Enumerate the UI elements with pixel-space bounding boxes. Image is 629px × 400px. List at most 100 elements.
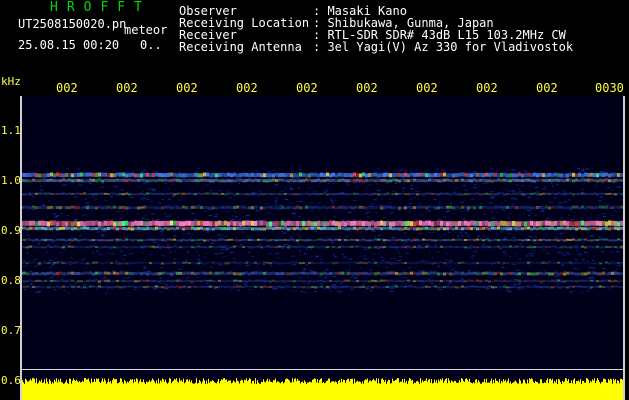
noise-pixel: [324, 276, 328, 278]
power-bar: [62, 382, 63, 400]
noise-pixel: [123, 177, 125, 179]
meta-value-antenna: : 3el Yagi(V) Az 330 for Vladivostok: [313, 40, 574, 54]
signal-band: [557, 246, 560, 249]
noise-pixel: [303, 292, 307, 294]
signal-band: [287, 179, 290, 183]
signal-band: [506, 286, 509, 289]
noise-pixel: [163, 213, 167, 215]
noise-pixel: [46, 216, 48, 218]
noise-pixel: [543, 269, 546, 271]
x-tick: 002: [296, 81, 318, 95]
signal-band: [401, 206, 404, 210]
signal-band: [29, 193, 32, 196]
signal-band: [380, 272, 383, 276]
signal-band: [44, 262, 47, 265]
signal-band: [476, 227, 479, 231]
signal-band: [305, 262, 308, 265]
power-bar: [128, 382, 129, 400]
signal-band: [35, 279, 38, 282]
noise-pixel: [27, 252, 29, 254]
signal-band: [245, 271, 248, 275]
power-bar: [417, 380, 418, 400]
signal-band: [287, 262, 290, 265]
signal-band: [59, 173, 62, 178]
noise-pixel: [372, 252, 376, 254]
signal-band: [470, 245, 473, 248]
noise-pixel: [587, 182, 591, 183]
signal-band: [242, 262, 245, 265]
signal-band: [218, 238, 221, 241]
signal-band: [200, 238, 203, 241]
signal-band: [494, 179, 497, 183]
noise-pixel: [609, 225, 611, 227]
signal-band: [50, 238, 53, 241]
power-bar: [329, 378, 330, 400]
power-bar: [445, 379, 446, 400]
signal-band: [395, 262, 398, 265]
signal-band: [299, 193, 302, 196]
power-bar: [72, 380, 73, 400]
power-bar: [96, 378, 97, 400]
power-bar: [139, 381, 140, 400]
signal-band: [437, 179, 440, 183]
signal-band: [68, 178, 71, 182]
signal-band: [566, 206, 569, 210]
noise-pixel: [394, 183, 398, 184]
signal-band: [320, 261, 323, 264]
noise-pixel: [429, 231, 432, 233]
signal-band: [518, 261, 521, 264]
signal-band: [548, 272, 551, 276]
signal-band: [536, 261, 539, 264]
signal-band: [401, 285, 404, 288]
signal-band: [482, 205, 485, 209]
signal-band: [341, 220, 344, 226]
power-bar: [287, 378, 288, 400]
noise-pixel: [380, 256, 383, 258]
signal-band: [608, 239, 611, 242]
signal-band: [551, 178, 554, 182]
signal-band: [56, 192, 59, 195]
power-bar: [314, 378, 315, 400]
signal-band: [65, 226, 68, 230]
signal-band: [299, 245, 302, 248]
signal-band: [581, 178, 584, 182]
signal-band: [374, 205, 377, 209]
power-bar: [427, 381, 428, 400]
signal-band: [209, 192, 212, 195]
power-bar: [520, 380, 521, 400]
signal-band: [194, 262, 197, 265]
noise-pixel: [421, 244, 424, 246]
signal-band: [407, 285, 410, 288]
signal-band: [440, 220, 443, 226]
signal-band: [473, 262, 476, 265]
signal-band: [260, 246, 263, 249]
power-bar: [125, 381, 126, 400]
power-bar: [603, 378, 604, 400]
signal-band: [74, 286, 77, 289]
noise-pixel: [236, 237, 238, 239]
noise-pixel: [579, 217, 582, 219]
power-bar: [282, 381, 283, 400]
signal-band: [548, 192, 551, 195]
noise-pixel: [491, 211, 494, 213]
signal-band: [542, 261, 545, 264]
signal-band: [59, 238, 62, 241]
noise-pixel: [600, 236, 604, 238]
signal-band: [401, 227, 404, 231]
signal-band: [428, 246, 431, 249]
signal-band: [545, 192, 548, 195]
signal-band: [191, 173, 194, 178]
signal-band: [317, 206, 320, 210]
signal-band: [152, 245, 155, 248]
signal-band: [347, 173, 350, 178]
noise-pixel: [310, 248, 312, 250]
signal-band: [167, 227, 170, 231]
noise-pixel: [53, 289, 57, 291]
power-bar: [130, 379, 131, 400]
signal-band: [467, 279, 470, 282]
signal-band: [437, 279, 440, 282]
signal-band: [614, 226, 617, 230]
signal-band: [464, 205, 467, 209]
signal-band: [377, 271, 380, 275]
signal-band: [464, 262, 467, 265]
